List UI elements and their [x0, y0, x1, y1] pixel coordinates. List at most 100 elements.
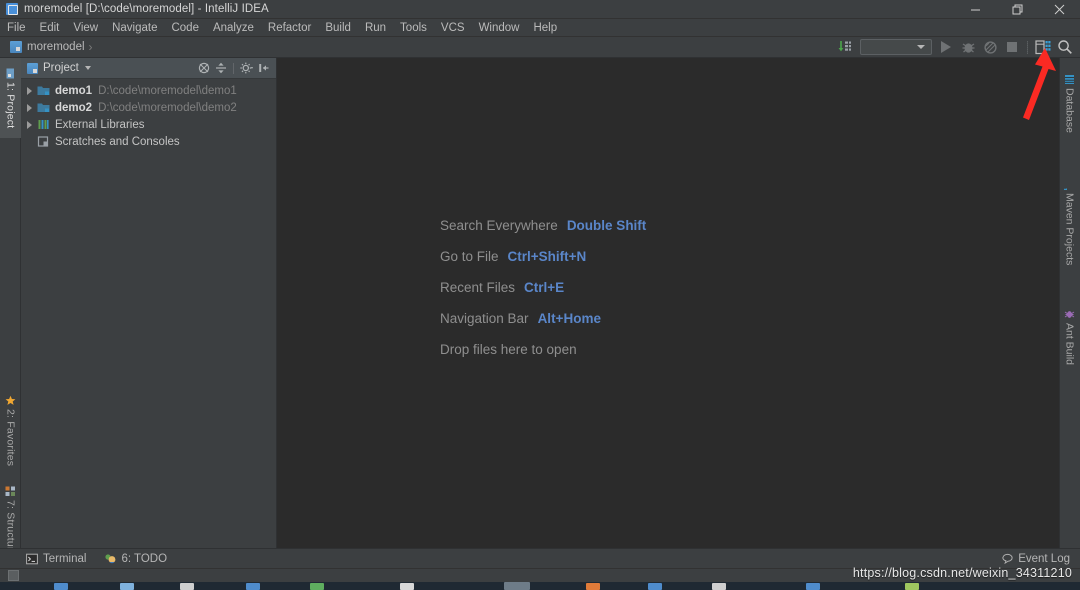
database-icon [1064, 74, 1075, 85]
todo-icon [104, 553, 116, 565]
chevron-right-icon[interactable] [27, 120, 32, 129]
welcome-hint-label: Drop files here to open [440, 342, 577, 357]
debug-button[interactable] [957, 37, 979, 57]
taskbar-icon[interactable] [806, 583, 820, 590]
chevron-right-icon[interactable] [27, 86, 32, 95]
chevron-down-icon[interactable] [84, 66, 91, 70]
bottom-item-todo[interactable]: 6: TODO [104, 553, 167, 565]
navigation-bar: moremodel › [0, 37, 1080, 58]
welcome-hints: Search Everywhere Double Shift Go to Fil… [440, 210, 646, 365]
search-everywhere-button[interactable] [1054, 37, 1076, 57]
menu-item-run[interactable]: Run [358, 20, 393, 36]
breadcrumb-separator-icon: › [88, 40, 93, 54]
sidebar-item-maven-projects[interactable]: m Maven Projects [1059, 168, 1080, 276]
status-bar [0, 568, 1080, 582]
expand-collapse-icon[interactable] [213, 60, 228, 76]
sidebar-item-favorites[interactable]: 2: Favorites [0, 388, 21, 474]
structure-icon [5, 486, 16, 497]
run-button[interactable] [935, 37, 957, 57]
menu-item-tools[interactable]: Tools [393, 20, 434, 36]
event-log-label: Event Log [1018, 552, 1070, 565]
welcome-hint-shortcut: Ctrl+Shift+N [507, 249, 587, 264]
sidebar-item-ant-build[interactable]: Ant Build [1059, 296, 1080, 378]
stop-button[interactable] [1001, 37, 1023, 57]
minimize-button[interactable] [954, 0, 996, 19]
breadcrumb[interactable]: moremodel [27, 41, 85, 53]
welcome-hint-shortcut: Ctrl+E [524, 280, 565, 295]
taskbar-icon[interactable] [905, 583, 919, 590]
bottom-item-todo-label: 6: TODO [121, 552, 168, 565]
tree-node-label: External Libraries [55, 118, 145, 131]
window-controls [954, 0, 1080, 19]
table-row[interactable]: demo2 D:\code\moremodel\demo2 [21, 99, 276, 116]
maximize-button[interactable] [996, 0, 1038, 19]
bottom-tool-window-bar: Terminal 6: TODO Event Log [0, 548, 1080, 568]
project-panel-toolbar [196, 60, 276, 76]
run-with-coverage-button[interactable] [979, 37, 1001, 57]
menu-item-file[interactable]: File [0, 20, 33, 36]
menu-item-analyze[interactable]: Analyze [206, 20, 261, 36]
memory-indicator[interactable] [8, 570, 19, 581]
left-tool-window-strip: 1: Project 2: Favorites 7: Structure [0, 58, 21, 556]
bottom-item-terminal-label: Terminal [43, 552, 87, 565]
welcome-hint-label: Go to File [440, 249, 499, 264]
chevron-down-icon [917, 45, 925, 49]
hide-panel-icon[interactable] [256, 60, 271, 76]
sidebar-item-database[interactable]: Database [1059, 64, 1080, 142]
taskbar-icon-active[interactable] [504, 582, 530, 590]
menu-item-vcs[interactable]: VCS [434, 20, 472, 36]
taskbar-icon[interactable] [120, 583, 134, 590]
table-row[interactable]: demo1 D:\code\moremodel\demo1 [21, 82, 276, 99]
welcome-hint-label: Recent Files [440, 280, 516, 295]
welcome-hint-row: Navigation Bar Alt+Home [440, 303, 646, 334]
welcome-hint-row: Search Everywhere Double Shift [440, 210, 646, 241]
chevron-right-icon[interactable] [27, 103, 32, 112]
project-panel-header: Project [21, 58, 276, 79]
menu-item-build[interactable]: Build [318, 20, 358, 36]
taskbar-icon[interactable] [400, 583, 414, 590]
os-taskbar [0, 582, 1080, 590]
event-log-icon [1002, 553, 1014, 565]
table-row[interactable]: Scratches and Consoles [21, 133, 276, 150]
taskbar-icon[interactable] [586, 583, 600, 590]
editor-area[interactable]: Search Everywhere Double Shift Go to Fil… [277, 58, 1059, 548]
menu-item-navigate[interactable]: Navigate [105, 20, 164, 36]
sidebar-item-project[interactable]: 1: Project [0, 58, 21, 138]
sidebar-item-project-label: 1: Project [4, 81, 17, 129]
window-title: moremodel [D:\code\moremodel] - IntelliJ… [24, 3, 269, 15]
taskbar-icon[interactable] [310, 583, 324, 590]
libraries-icon [37, 118, 50, 131]
taskbar-icon[interactable] [180, 583, 194, 590]
menu-item-refactor[interactable]: Refactor [261, 20, 318, 36]
welcome-hint-label: Navigation Bar [440, 311, 529, 326]
close-button[interactable] [1038, 0, 1080, 19]
event-log-button[interactable]: Event Log [1002, 553, 1070, 565]
taskbar-icon[interactable] [54, 583, 68, 590]
menu-item-code[interactable]: Code [164, 20, 206, 36]
tree-node-label: demo1 [55, 84, 93, 97]
table-row[interactable]: External Libraries [21, 116, 276, 133]
welcome-hint-shortcut: Alt+Home [537, 311, 601, 326]
collapse-scope-icon[interactable] [196, 60, 211, 76]
database-button[interactable] [1032, 37, 1054, 57]
menu-item-edit[interactable]: Edit [33, 20, 67, 36]
taskbar-icon[interactable] [648, 583, 662, 590]
project-tree: demo1 D:\code\moremodel\demo1 demo2 D:\c… [21, 79, 276, 150]
menu-item-window[interactable]: Window [472, 20, 527, 36]
title-bar: moremodel [D:\code\moremodel] - IntelliJ… [0, 0, 1080, 19]
right-tool-window-strip: Database m Maven Projects Ant Build [1059, 58, 1080, 548]
menu-item-help[interactable]: Help [526, 20, 564, 36]
update-project-icon[interactable] [835, 37, 857, 57]
star-icon [5, 395, 16, 406]
menu-item-view[interactable]: View [66, 20, 105, 36]
welcome-hint-row: Drop files here to open [440, 334, 646, 365]
taskbar-icon[interactable] [246, 583, 260, 590]
bottom-item-terminal[interactable]: Terminal [26, 553, 86, 565]
tree-node-label: demo2 [55, 101, 93, 114]
sidebar-item-maven-label: Maven Projects [1063, 192, 1076, 266]
taskbar-icon[interactable] [712, 583, 726, 590]
settings-gear-icon[interactable] [239, 60, 254, 76]
run-configuration-selector[interactable] [860, 39, 932, 55]
welcome-hint-shortcut: Double Shift [566, 218, 647, 233]
scratches-icon [37, 135, 50, 148]
